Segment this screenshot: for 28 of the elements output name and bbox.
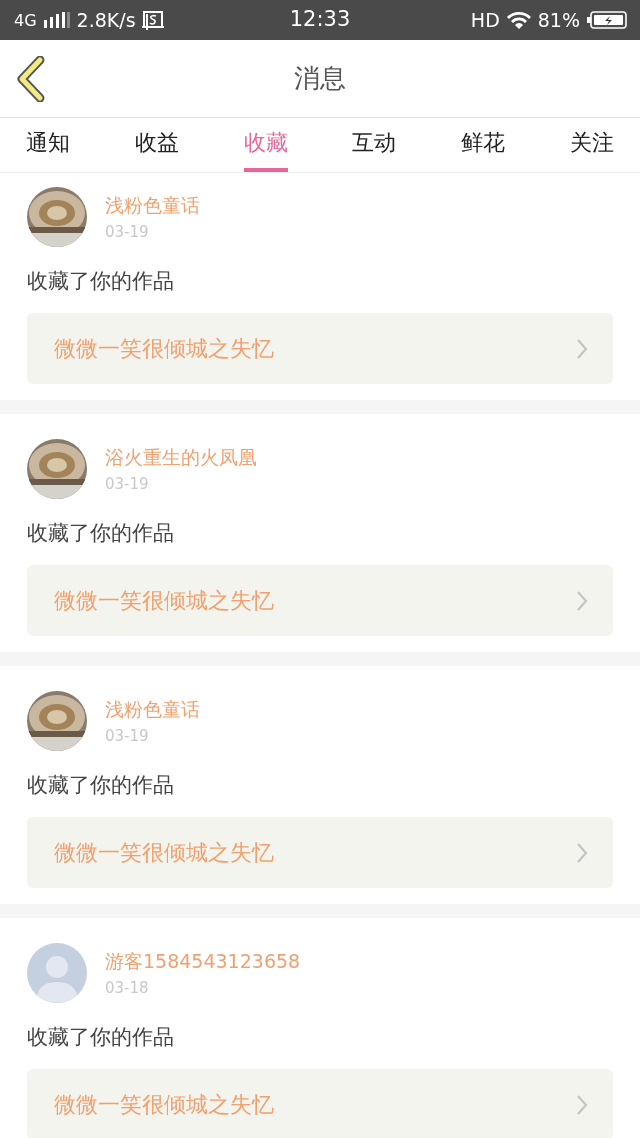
work-link[interactable]: 微微一笑很倾城之失忆 <box>27 817 613 888</box>
signal-icon <box>42 12 71 28</box>
message-text: 收藏了你的作品 <box>27 772 175 799</box>
user-name[interactable]: 浴火重生的火凤凰 <box>105 445 257 471</box>
network-label: 4G <box>14 10 37 30</box>
tab[interactable]: 关注 <box>570 126 614 172</box>
work-link[interactable]: 微微一笑很倾城之失忆 <box>27 1069 613 1138</box>
user-name[interactable]: 浅粉色童话 <box>105 193 200 219</box>
network-speed: 2.8K/s <box>76 9 136 31</box>
clock: 12:33 <box>289 7 351 31</box>
work-link[interactable]: 微微一笑很倾城之失忆 <box>27 565 613 636</box>
work-link[interactable]: 微微一笑很倾城之失忆 <box>27 313 613 384</box>
avatar-silhouette-icon <box>27 943 87 1003</box>
user-name[interactable]: 游客1584543123658 <box>105 949 301 975</box>
user-name[interactable]: 浅粉色童话 <box>105 697 200 723</box>
page-title: 消息 <box>294 62 346 95</box>
battery-percent: 81% <box>537 9 580 31</box>
message-text: 收藏了你的作品 <box>27 520 175 547</box>
hd-label: HD <box>470 9 500 31</box>
screenshot-icon <box>141 10 164 30</box>
wifi-icon <box>505 10 532 30</box>
tab[interactable]: 鲜花 <box>461 126 506 172</box>
tab[interactable]: 收益 <box>134 126 179 172</box>
tab[interactable]: 互动 <box>352 126 397 172</box>
message-text: 收藏了你的作品 <box>27 1024 175 1051</box>
message-text: 收藏了你的作品 <box>27 268 175 295</box>
battery-icon <box>586 10 628 30</box>
tab[interactable]: 通知 <box>26 126 70 172</box>
